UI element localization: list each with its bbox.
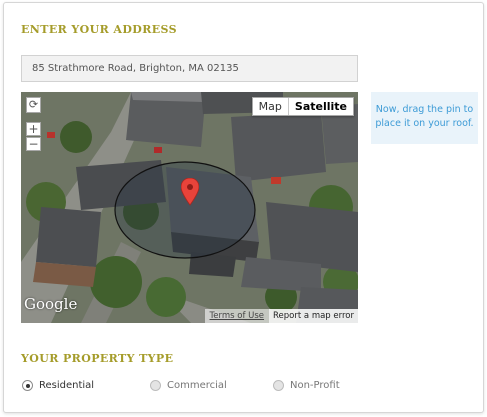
radio-label: Non-Profit: [290, 380, 340, 391]
drag-pin-hint: Now, drag the pin to place it on your ro…: [371, 92, 478, 144]
zoom-out-button[interactable]: −: [26, 137, 41, 151]
rotate-icon[interactable]: ⟳: [26, 97, 41, 113]
property-option-nonprofit[interactable]: Non-Profit: [273, 380, 340, 391]
radio-unchecked-icon[interactable]: [150, 380, 161, 391]
map-type-satellite-button[interactable]: Satellite: [289, 98, 353, 115]
satellite-map[interactable]: Map Satellite ⟳ + − Google Terms of Use …: [21, 92, 358, 323]
radio-label: Commercial: [167, 380, 227, 391]
google-logo: Google: [24, 295, 78, 313]
address-input[interactable]: [21, 55, 358, 82]
report-map-error-link[interactable]: Report a map error: [269, 309, 358, 323]
radio-checked-icon[interactable]: [22, 380, 33, 391]
map-pin-icon[interactable]: [181, 178, 199, 206]
address-section-title: ENTER YOUR ADDRESS: [21, 23, 177, 36]
map-type-map-button[interactable]: Map: [253, 98, 289, 115]
property-option-commercial[interactable]: Commercial: [150, 380, 227, 391]
radio-unchecked-icon[interactable]: [273, 380, 284, 391]
property-option-residential[interactable]: Residential: [22, 380, 94, 391]
map-type-toggle: Map Satellite: [251, 97, 354, 116]
zoom-in-button[interactable]: +: [26, 122, 41, 136]
map-footer: Terms of Use Report a map error: [204, 309, 358, 323]
aerial-imagery: [21, 92, 358, 323]
radio-label: Residential: [39, 380, 95, 391]
property-section-title: YOUR PROPERTY TYPE: [21, 352, 174, 365]
terms-of-use-link[interactable]: Terms of Use: [204, 309, 270, 323]
